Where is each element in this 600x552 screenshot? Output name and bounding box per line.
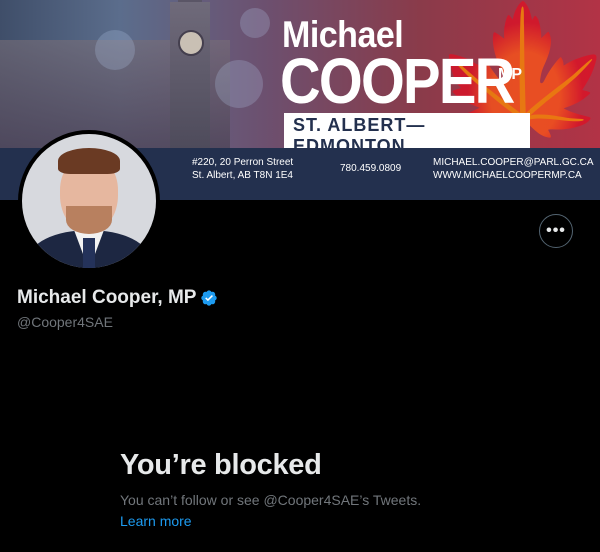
display-name: Michael Cooper, MP [17, 287, 197, 308]
avatar-tie [83, 238, 95, 268]
learn-more-link[interactable]: Learn more [120, 513, 192, 529]
more-options-icon: ••• [546, 222, 566, 239]
profile-name-row: Michael Cooper, MP [17, 287, 218, 309]
profile-avatar[interactable] [18, 130, 160, 272]
address-line-1: #220, 20 Perron Street [192, 157, 294, 168]
clock-face [178, 30, 204, 56]
verified-badge-icon[interactable] [200, 289, 218, 307]
banner-website: WWW.MICHAELCOOPERMP.CA [433, 170, 582, 181]
bokeh-light [240, 8, 270, 38]
banner-phone: 780.459.0809 [340, 163, 402, 174]
peace-tower [170, 2, 210, 152]
bokeh-light [95, 30, 135, 70]
banner-email-web: MICHAEL.COOPER@PARL.GC.CA WWW.MICHAELCOO… [433, 156, 594, 182]
banner-suffix: MP [498, 66, 522, 83]
address-line-2: St. Albert, AB T8N 1E4 [192, 170, 293, 181]
blocked-description: You can’t follow or see @Cooper4SAE’s Tw… [120, 492, 422, 508]
banner-last-name: COOPER [280, 45, 515, 117]
avatar-beard [66, 206, 112, 234]
profile-handle: @Cooper4SAE [17, 314, 113, 330]
banner-wordmark: Michael COOPER MP ST. ALBERT—EDMONTON [280, 14, 530, 159]
blocked-notice: You’re blocked You can’t follow or see @… [120, 449, 421, 531]
blocked-title: You’re blocked [120, 449, 322, 481]
more-options-button[interactable]: ••• [539, 214, 573, 248]
banner-address: #220, 20 Perron Street St. Albert, AB T8… [192, 156, 293, 182]
avatar-hair [58, 148, 120, 174]
banner-email: MICHAEL.COOPER@PARL.GC.CA [433, 157, 594, 168]
bokeh-light [215, 60, 263, 108]
